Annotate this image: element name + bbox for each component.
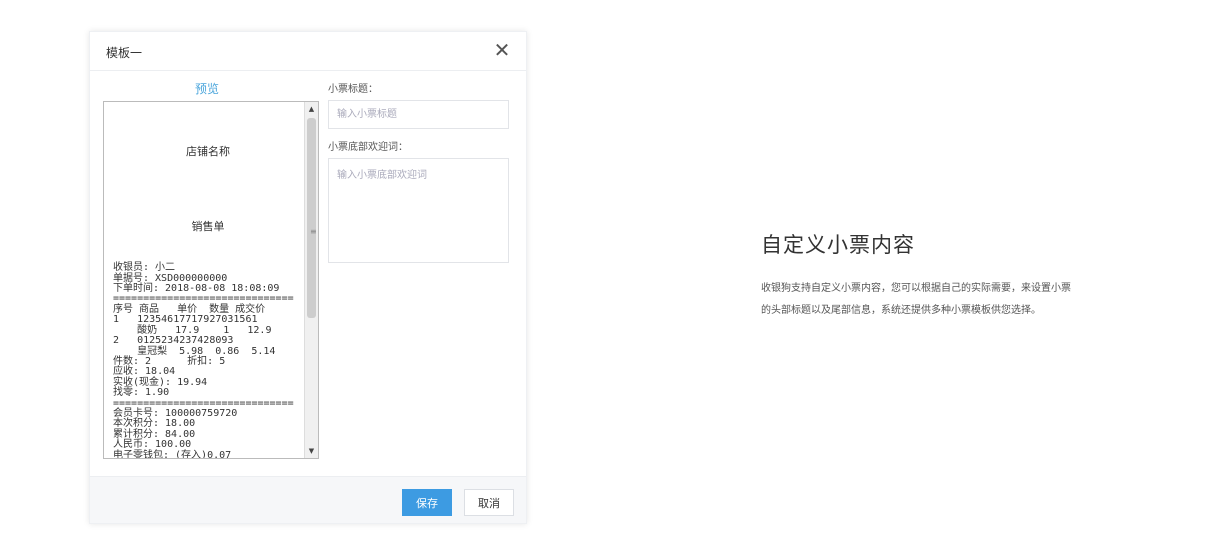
receipt-shop-name: 店铺名称 xyxy=(186,144,230,158)
feature-description: 收银狗支持自定义小票内容，您可以根据自己的实际需要，来设置小票 的头部标题以及尾… xyxy=(761,278,1161,322)
scroll-up-arrow-icon[interactable]: ▲ xyxy=(305,102,318,116)
template-dialog: 模板一 ✕ 预览 店铺名称 销售单 收银员: 小二 单据号: XSD0000000… xyxy=(89,31,527,524)
receipt-content: 店铺名称 销售单 收银员: 小二 单据号: XSD000000000 下单时间: 2… xyxy=(113,102,303,459)
receipt-sale-title: 销售单 xyxy=(191,220,225,234)
dialog-footer: 保存 取消 xyxy=(90,476,526,523)
receipt-line: 2 0125234237428093 xyxy=(113,335,234,347)
receipt-footer-label: 小票底部欢迎词： xyxy=(328,142,408,153)
receipt-lines: 收银员: 小二 单据号: XSD000000000 下单时间: 2018-08-08… xyxy=(113,262,303,459)
receipt-preview[interactable]: 店铺名称 销售单 收银员: 小二 单据号: XSD000000000 下单时间: 2… xyxy=(103,101,319,459)
scroll-down-arrow-icon[interactable]: ▼ xyxy=(305,444,318,458)
receipt-title-label: 小票标题： xyxy=(328,84,378,95)
grip-icon: ≡ xyxy=(310,227,317,236)
receipt-line: 人民币: 100.00 xyxy=(113,439,192,451)
receipt-line: 电子零钱包: (存入)0.07 xyxy=(113,449,232,459)
feature-description-line: 的头部标题以及尾部信息，系统还提供多种小票模板供您选择。 xyxy=(761,305,1041,316)
scrollbar-thumb[interactable]: ≡ xyxy=(307,118,317,318)
feature-description-line: 收银狗支持自定义小票内容，您可以根据自己的实际需要，来设置小票 xyxy=(761,283,1071,294)
cancel-button[interactable]: 取消 xyxy=(464,489,514,516)
preview-tab[interactable]: 预览 xyxy=(195,80,219,97)
receipt-line: 找零: 1.90 xyxy=(113,387,170,399)
feature-title: 自定义小票内容 xyxy=(761,233,915,257)
dialog-title: 模板一 xyxy=(106,46,143,60)
receipt-scrollbar[interactable]: ▲ ≡ ▼ xyxy=(304,102,318,458)
save-button[interactable]: 保存 xyxy=(402,489,452,516)
receipt-footer-input[interactable] xyxy=(328,158,509,263)
close-icon[interactable]: ✕ xyxy=(490,38,514,62)
receipt-title-input[interactable] xyxy=(328,100,509,129)
dialog-header: 模板一 ✕ xyxy=(90,32,526,71)
